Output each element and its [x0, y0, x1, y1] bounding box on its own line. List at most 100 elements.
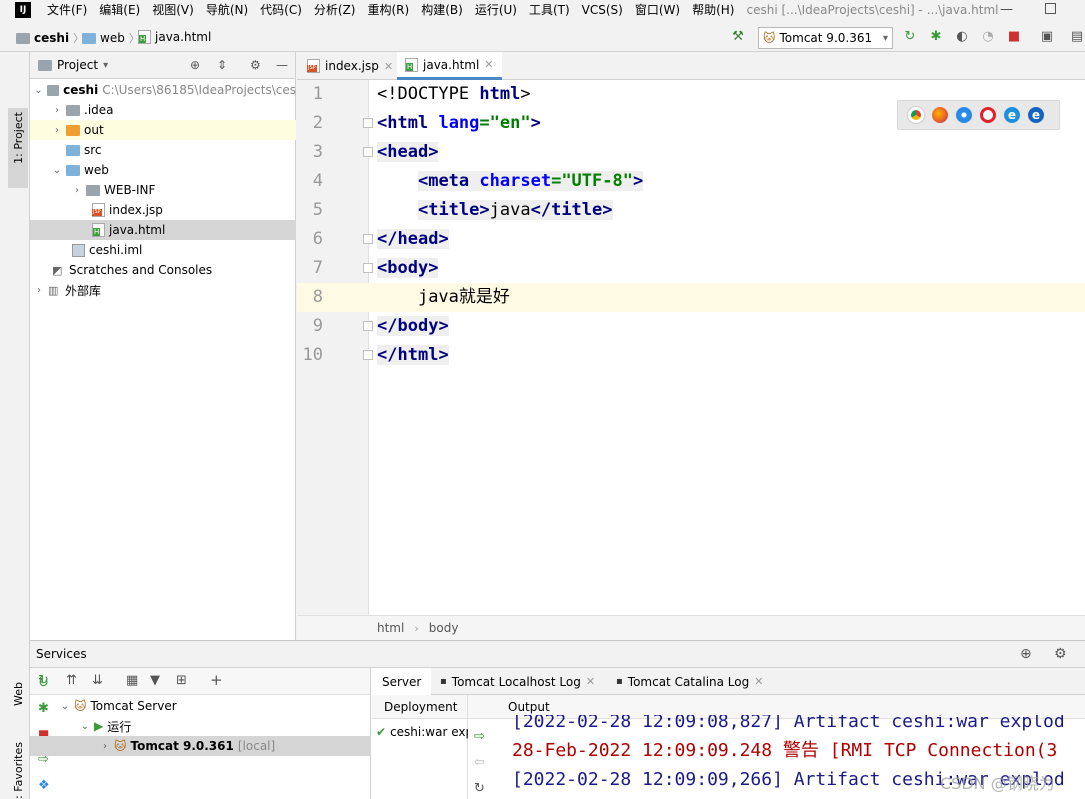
menu-help[interactable]: 帮助(H) [686, 0, 740, 20]
edge-icon[interactable]: e [1028, 107, 1044, 123]
tree-item-java-html[interactable]: java.html [30, 220, 296, 240]
tree-item-web-inf[interactable]: › WEB-INF [30, 180, 296, 200]
rerun-icon[interactable]: ↻ [903, 30, 917, 44]
opera-icon[interactable] [980, 107, 996, 123]
code-token: < [417, 171, 429, 191]
expand-arrow-icon[interactable]: ⌄ [34, 85, 43, 96]
breadcrumb-item-html[interactable]: html [377, 621, 404, 635]
rerun-service-icon[interactable]: ↻ [38, 676, 49, 691]
tab-tomcat-catalina-log[interactable]: ▪ Tomcat Catalina Log ✕ [606, 668, 773, 695]
code-token: html [387, 113, 429, 133]
code-token: "UTF-8" [561, 171, 633, 191]
gear-icon[interactable]: ⚙ [1054, 646, 1067, 662]
project-view-select[interactable]: Project [57, 58, 98, 72]
add-icon[interactable]: + [210, 671, 223, 689]
menu-tools[interactable]: 工具(T) [523, 0, 576, 20]
project-structure-icon[interactable]: ▣ [1040, 30, 1054, 44]
fold-marker-icon[interactable] [363, 263, 373, 273]
close-icon[interactable]: ✕ [384, 60, 393, 73]
expand-all-icon[interactable]: ⇈ [66, 673, 77, 688]
artifact-icon[interactable]: ❖ [38, 778, 50, 793]
expand-arrow-icon[interactable]: ⌄ [60, 701, 70, 712]
build-hammer-icon[interactable]: ⚒ [731, 30, 745, 44]
tree-item-scratches[interactable]: ◩ Scratches and Consoles [30, 260, 296, 280]
menu-code[interactable]: 代码(C) [254, 0, 308, 20]
debug-service-icon[interactable]: ✱ [38, 701, 49, 716]
minimize-icon[interactable]: — [1000, 2, 1013, 17]
close-icon[interactable]: ✕ [484, 58, 493, 71]
new-tab-icon[interactable]: ⊞ [176, 673, 187, 688]
tree-item-external-libraries[interactable]: › ▥ 外部库 [30, 280, 296, 300]
favorites-tool-label[interactable]: 2: Favorites [12, 742, 25, 799]
collapse-arrow-icon[interactable]: › [34, 285, 44, 296]
debug-icon[interactable]: ✱ [929, 30, 943, 44]
collapse-all-icon[interactable]: ⇊ [92, 673, 103, 688]
tree-item-idea[interactable]: › .idea [30, 100, 296, 120]
service-group-running[interactable]: ⌄ ▶ 运行 [80, 716, 131, 736]
stop-icon[interactable]: ■ [1007, 30, 1021, 44]
menu-build[interactable]: 构建(B) [415, 0, 469, 20]
menu-analyze[interactable]: 分析(Z) [308, 0, 362, 20]
gear-icon[interactable]: ⚙ [250, 58, 261, 72]
maximize-icon[interactable] [1045, 3, 1056, 14]
collapse-arrow-icon[interactable]: › [52, 125, 62, 136]
expand-arrow-icon[interactable]: ⌄ [80, 721, 90, 732]
expand-arrow-icon[interactable]: ⌄ [52, 165, 62, 176]
tree-item-ceshi-iml[interactable]: ceshi.iml [30, 240, 296, 260]
chevron-down-icon[interactable]: ▾ [103, 60, 108, 71]
profile-icon[interactable]: ◔ [981, 30, 995, 44]
fold-marker-icon[interactable] [363, 321, 373, 331]
nav-crumb-project[interactable]: ceshi 〉 [16, 30, 84, 46]
coverage-icon[interactable]: ◐ [955, 30, 969, 44]
nav-crumb-file[interactable]: java.html [138, 30, 211, 44]
chrome-icon[interactable] [908, 107, 924, 123]
service-tomcat-server[interactable]: ⌄ 🐱 Tomcat Server [60, 696, 177, 716]
group-icon[interactable]: ▦ [126, 673, 138, 688]
sdk-icon[interactable]: ▤ [1070, 30, 1084, 44]
locate-icon[interactable]: ⊕ [1020, 646, 1032, 662]
tree-item-out[interactable]: › out [30, 120, 296, 140]
run-configuration-select[interactable]: 🐱 Tomcat 9.0.361 ▾ [758, 27, 893, 49]
menu-window[interactable]: 窗口(W) [629, 0, 686, 20]
fold-marker-icon[interactable] [363, 350, 373, 360]
tab-server[interactable]: Server [372, 668, 432, 695]
locate-icon[interactable]: ⊕ [190, 58, 200, 72]
nav-crumb-web[interactable]: web 〉 [82, 30, 140, 46]
deployment-item[interactable]: ✔ ceshi:war exp [376, 725, 468, 739]
tree-item-index-jsp[interactable]: index.jsp [30, 200, 296, 220]
fold-marker-icon[interactable] [363, 147, 373, 157]
code-layer: 1 2 3 4 5 6 7 8 9 10 <!DOCTYPE html> <ht… [297, 80, 1085, 615]
tree-item-src[interactable]: src [30, 140, 296, 160]
breadcrumb-item-body[interactable]: body [429, 621, 459, 635]
hide-icon[interactable]: — [276, 58, 288, 72]
menu-edit[interactable]: 编辑(E) [93, 0, 146, 20]
project-tool-label[interactable]: 1: Project [12, 112, 25, 164]
menu-navigate[interactable]: 导航(N) [200, 0, 254, 20]
menu-vcs[interactable]: VCS(S) [576, 0, 629, 20]
firefox-icon[interactable] [932, 107, 948, 123]
collapse-arrow-icon[interactable]: › [52, 105, 62, 116]
fold-marker-icon[interactable] [363, 118, 373, 128]
tab-tomcat-localhost-log[interactable]: ▪ Tomcat Localhost Log ✕ [430, 668, 605, 695]
menu-file[interactable]: 文件(F) [41, 0, 93, 20]
tree-item-web[interactable]: ⌄ web [30, 160, 296, 180]
menu-run[interactable]: 运行(U) [469, 0, 523, 20]
menu-view[interactable]: 视图(V) [146, 0, 200, 20]
close-icon[interactable]: ✕ [586, 675, 595, 688]
safari-icon[interactable] [956, 107, 972, 123]
tab-java-html[interactable]: java.html ✕ [397, 52, 502, 80]
collapse-arrow-icon[interactable]: › [72, 185, 82, 196]
collapse-arrow-icon[interactable]: › [100, 741, 110, 752]
menu-refactor[interactable]: 重构(R) [362, 0, 416, 20]
code-token: java [489, 200, 531, 220]
tree-item-ceshi[interactable]: ⌄ ceshi C:\Users\86185\IdeaProjects\ces [30, 80, 296, 100]
close-icon[interactable]: ✕ [754, 675, 763, 688]
service-tomcat-instance[interactable]: › 🐱 Tomcat 9.0.361 [local] [30, 736, 371, 756]
filter-icon[interactable]: ▼ [150, 673, 160, 688]
web-tool-label[interactable]: Web [12, 682, 25, 706]
left-tool-strip: 1: Project Web 2: Favorites [0, 52, 30, 799]
collapse-all-icon[interactable]: ⇕ [217, 58, 227, 72]
internet-explorer-icon[interactable]: e [1004, 107, 1020, 123]
fold-marker-icon[interactable] [363, 234, 373, 244]
tab-index-jsp[interactable]: index.jsp ✕ [299, 52, 401, 80]
